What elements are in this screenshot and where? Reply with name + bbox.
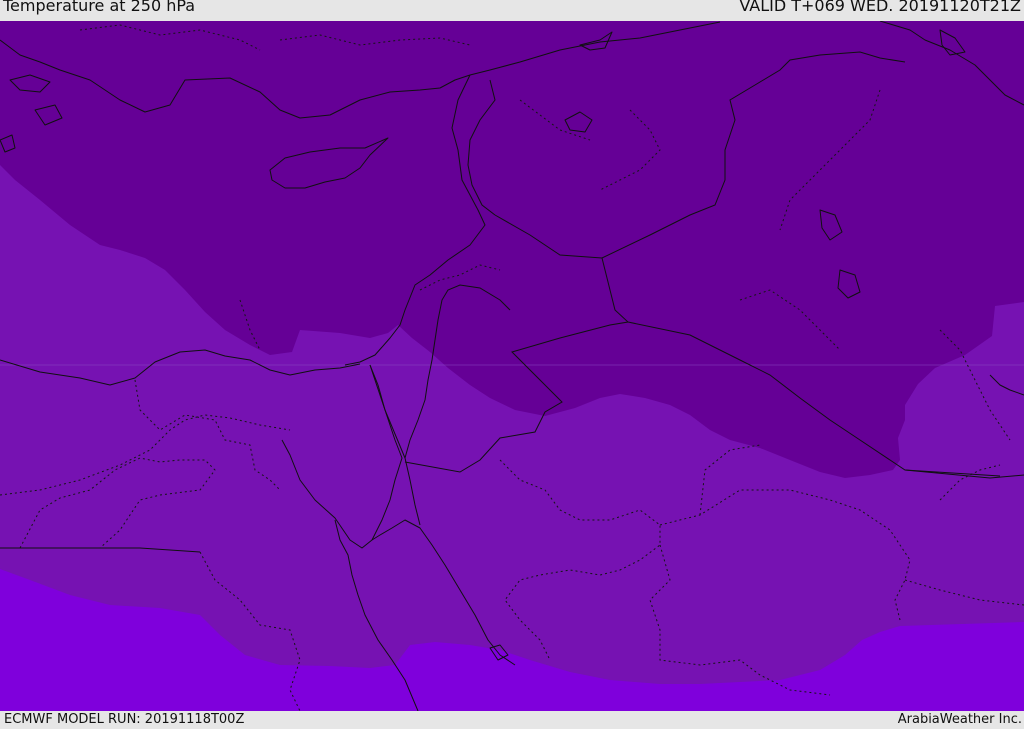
model-run-label: ECMWF MODEL RUN: 20191118T00Z	[4, 712, 245, 727]
map-footer: ECMWF MODEL RUN: 20191118T00Z ArabiaWeat…	[0, 711, 1024, 729]
credit-label: ArabiaWeather Inc.	[897, 712, 1022, 727]
valid-time-label: VALID T+069 WED. 20191120T21Z	[739, 0, 1021, 15]
map-header: Temperature at 250 hPa VALID T+069 WED. …	[0, 0, 1024, 21]
map-title: Temperature at 250 hPa	[3, 0, 196, 15]
temperature-map	[0, 21, 1024, 711]
